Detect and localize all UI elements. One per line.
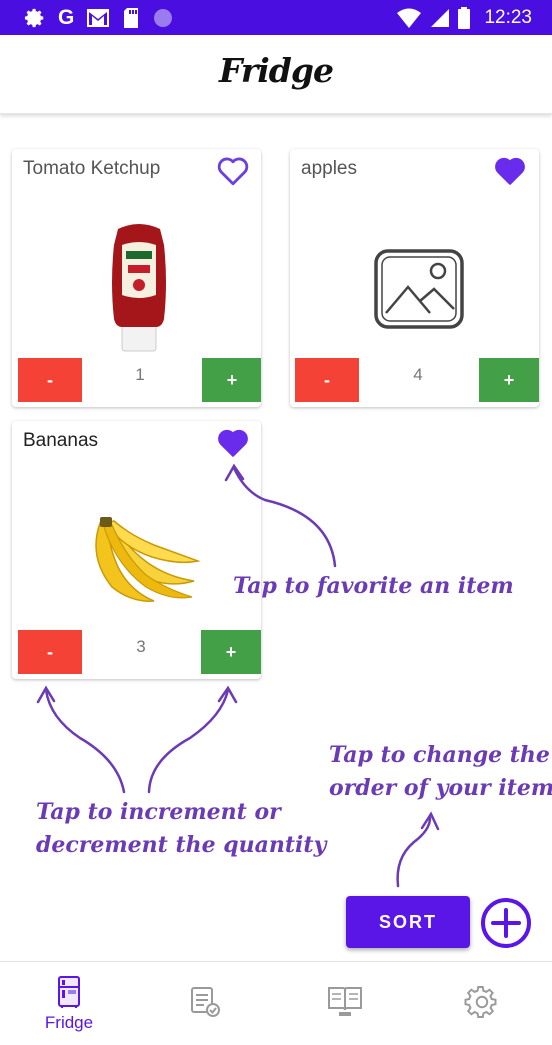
sort-hint-line2: order of your items bbox=[329, 775, 552, 801]
quantity-hint-line1: Tap to increment or bbox=[36, 799, 281, 825]
recipe-book-icon bbox=[328, 987, 362, 1016]
arrow-to-decrement bbox=[44, 688, 126, 794]
favorite-hint: Tap to favorite an item bbox=[233, 573, 514, 599]
sort-button[interactable]: SORT bbox=[346, 896, 470, 948]
list-check-icon bbox=[191, 987, 220, 1017]
arrow-to-increment bbox=[147, 688, 230, 794]
nav-item-recipes[interactable] bbox=[276, 962, 414, 1045]
settings-gear-icon bbox=[464, 986, 497, 1018]
nav-item-fridge[interactable]: Fridge bbox=[0, 962, 138, 1045]
nav-label-fridge: Fridge bbox=[44, 1013, 94, 1032]
nav-item-list[interactable] bbox=[138, 962, 276, 1045]
arrow-to-sort bbox=[396, 816, 432, 888]
tutorial-arrows bbox=[36, 463, 440, 888]
sort-hint-line1: Tap to change the bbox=[329, 742, 550, 768]
bottom-nav: Fridge bbox=[0, 961, 552, 1045]
quantity-hint-line2: decrement the quantity bbox=[36, 832, 327, 858]
nav-item-settings[interactable] bbox=[414, 962, 552, 1045]
arrow-to-favorite bbox=[232, 466, 337, 568]
fridge-icon bbox=[58, 976, 80, 1008]
add-circle-icon[interactable] bbox=[480, 897, 532, 949]
